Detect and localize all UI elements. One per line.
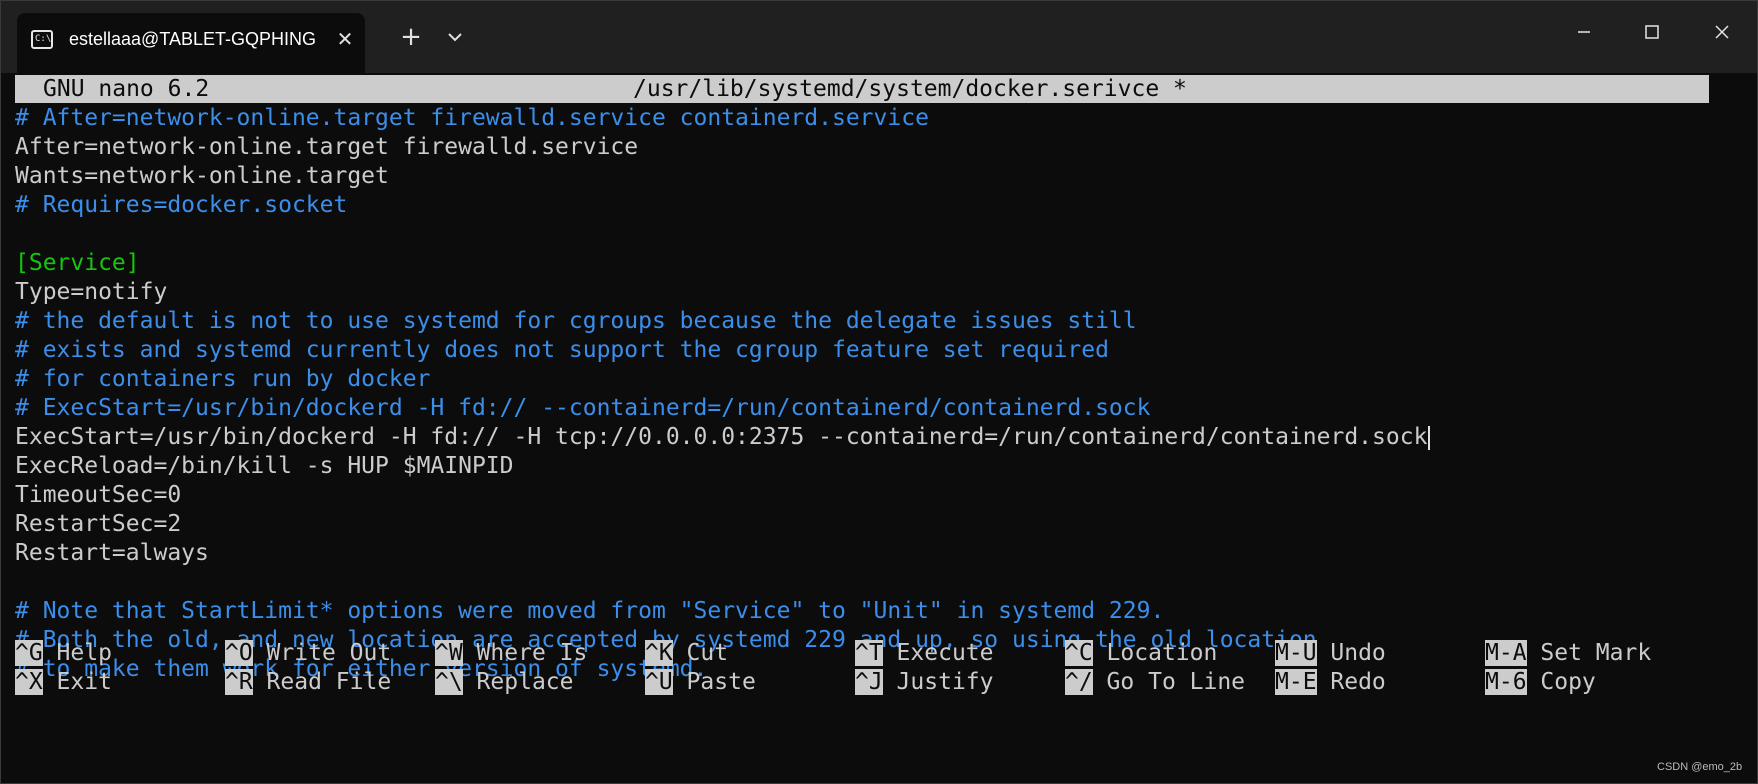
close-tab-icon[interactable]: ✕: [333, 27, 357, 51]
shortcut-read-file: ^R Read File: [225, 668, 391, 697]
shortcut-key: M-E: [1275, 669, 1317, 695]
shortcut-label: Redo: [1316, 669, 1386, 695]
comment-line: # Requires=docker.socket: [15, 192, 348, 218]
comment-line: # After=network-online.target firewalld.…: [15, 105, 929, 131]
shortcut-key: ^\: [435, 669, 463, 695]
terminal-tab[interactable]: C:\ estellaaa@TABLET-GQPHINGF ✕: [17, 13, 365, 73]
shortcut-key: ^/: [1065, 669, 1093, 695]
shortcut-label: Execute: [882, 640, 994, 666]
shortcut-undo: M-U Undo: [1275, 639, 1386, 668]
shortcut-copy: M-6 Copy: [1485, 668, 1596, 697]
code-line: Restart=always: [15, 540, 209, 566]
nano-filename: /usr/lib/systemd/system/docker.serivce *: [633, 76, 1187, 102]
shortcut-set-mark: M-A Set Mark: [1485, 639, 1651, 668]
shortcut-label: Replace: [462, 669, 574, 695]
shortcut-label: Location: [1092, 640, 1218, 666]
code-line: ExecReload=/bin/kill -s HUP $MAINPID: [15, 453, 514, 479]
shortcut-key: ^J: [855, 669, 883, 695]
shortcut-key: ^T: [855, 640, 883, 666]
shortcut-key: ^G: [15, 640, 43, 666]
shortcut-key: ^U: [645, 669, 673, 695]
nano-version: GNU nano 6.2: [43, 76, 210, 102]
code-line: RestartSec=2: [15, 511, 182, 537]
shortcut-exit: ^X Exit: [15, 668, 112, 697]
code-line: TimeoutSec=0: [15, 482, 182, 508]
shortcut-key: ^C: [1065, 640, 1093, 666]
shortcut-label: Where Is: [462, 640, 588, 666]
shortcut-paste: ^U Paste: [645, 668, 756, 697]
text-cursor: [1428, 425, 1431, 450]
shortcut-key: ^K: [645, 640, 673, 666]
shortcut-label: Paste: [672, 669, 756, 695]
nano-header: GNU nano 6.2 /usr/lib/systemd/system/doc…: [15, 75, 1709, 103]
close-window-button[interactable]: [1699, 17, 1745, 47]
shortcut-label: Copy: [1526, 669, 1596, 695]
shortcut-label: Write Out: [252, 640, 392, 666]
shortcut-label: Justify: [882, 669, 994, 695]
shortcut-execute: ^T Execute: [855, 639, 993, 668]
shortcut-key: ^O: [225, 640, 253, 666]
shortcut-key: ^R: [225, 669, 253, 695]
shortcut-label: Exit: [42, 669, 112, 695]
shortcut-replace: ^\ Replace: [435, 668, 573, 697]
comment-line: # ExecStart=/usr/bin/dockerd -H fd:// --…: [15, 395, 1151, 421]
comment-line: # Note that StartLimit* options were mov…: [15, 598, 1165, 624]
shortcut-label: Help: [42, 640, 112, 666]
shortcut-redo: M-E Redo: [1275, 668, 1386, 697]
section-header-line: [Service]: [15, 250, 140, 276]
shortcut-label: Read File: [252, 669, 392, 695]
shortcut-label: Undo: [1316, 640, 1386, 666]
shortcut-key: M-U: [1275, 640, 1317, 666]
shortcut-label: Go To Line: [1092, 669, 1246, 695]
shortcut-key: ^W: [435, 640, 463, 666]
code-line: After=network-online.target firewalld.se…: [15, 134, 639, 160]
terminal-icon: C:\: [31, 30, 53, 49]
minimize-button[interactable]: [1561, 17, 1607, 47]
title-bar: C:\ estellaaa@TABLET-GQPHINGF ✕ +: [1, 1, 1757, 73]
shortcut-go-to-line: ^/ Go To Line: [1065, 668, 1245, 697]
watermark: CSDN @emo_2b: [1657, 761, 1743, 773]
comment-line: # for containers run by docker: [15, 366, 431, 392]
comment-line: # the default is not to use systemd for …: [15, 308, 1137, 334]
maximize-button[interactable]: [1629, 17, 1675, 47]
shortcut-key: M-6: [1485, 669, 1527, 695]
shortcut-key: M-A: [1485, 640, 1527, 666]
code-line: ExecStart=/usr/bin/dockerd -H fd:// -H t…: [15, 423, 1431, 452]
shortcut-location: ^C Location: [1065, 639, 1217, 668]
shortcut-key: ^X: [15, 669, 43, 695]
new-tab-button[interactable]: +: [397, 23, 425, 51]
terminal-window: C:\ estellaaa@TABLET-GQPHINGF ✕ + GNU na…: [0, 0, 1758, 784]
tab-title: estellaaa@TABLET-GQPHINGF: [69, 29, 315, 49]
shortcut-write-out: ^O Write Out: [225, 639, 391, 668]
chevron-down-icon[interactable]: [441, 23, 469, 51]
shortcut-where-is: ^W Where Is: [435, 639, 587, 668]
code-line: Wants=network-online.target: [15, 163, 389, 189]
shortcut-help: ^G Help: [15, 639, 112, 668]
shortcut-label: Set Mark: [1526, 640, 1652, 666]
terminal-content[interactable]: GNU nano 6.2 /usr/lib/systemd/system/doc…: [1, 73, 1757, 783]
shortcut-justify: ^J Justify: [855, 668, 993, 697]
shortcut-cut: ^K Cut: [645, 639, 728, 668]
code-line: Type=notify: [15, 279, 168, 305]
comment-line: # exists and systemd currently does not …: [15, 337, 1109, 363]
shortcut-label: Cut: [672, 640, 729, 666]
